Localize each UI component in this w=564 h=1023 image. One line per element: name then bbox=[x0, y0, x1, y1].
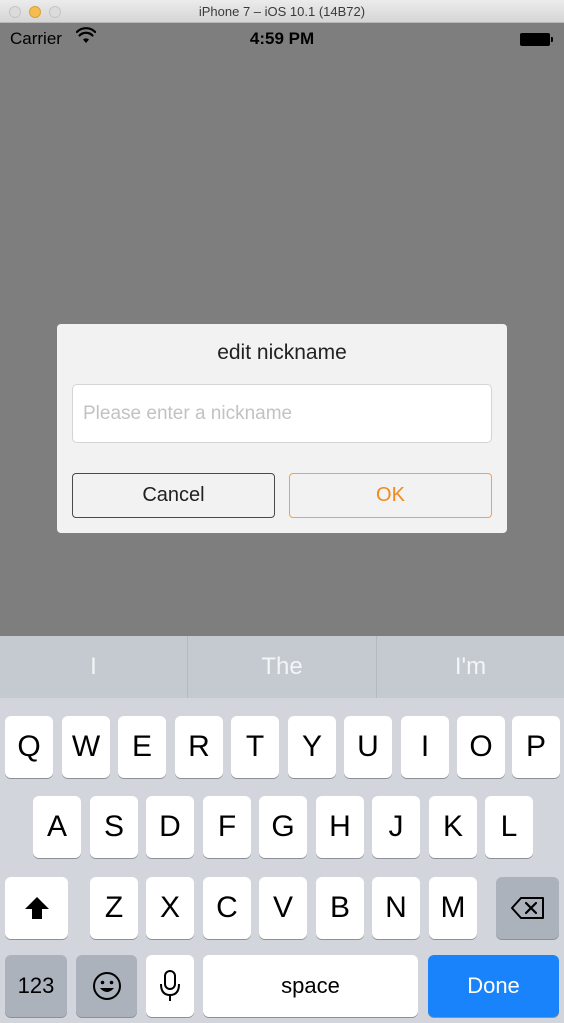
nickname-input[interactable] bbox=[72, 384, 492, 443]
space-key[interactable]: space bbox=[203, 955, 418, 1017]
delete-key[interactable] bbox=[496, 877, 559, 939]
suggestion-item[interactable]: I'm bbox=[377, 636, 564, 698]
key-c[interactable]: C bbox=[203, 877, 251, 939]
status-bar: Carrier 4:59 PM bbox=[0, 23, 564, 55]
simulator-title-bar: iPhone 7 – iOS 10.1 (14B72) bbox=[0, 0, 564, 23]
key-v[interactable]: V bbox=[259, 877, 307, 939]
suggestion-item[interactable]: I bbox=[0, 636, 187, 698]
key-i[interactable]: I bbox=[401, 716, 449, 778]
emoji-key[interactable] bbox=[76, 955, 137, 1017]
numbers-key[interactable]: 123 bbox=[5, 955, 67, 1017]
key-z[interactable]: Z bbox=[90, 877, 138, 939]
keyboard: I The I'm Q W E R T Y U I O P A S D F G … bbox=[0, 636, 564, 1023]
key-a[interactable]: A bbox=[33, 796, 81, 858]
microphone-icon bbox=[159, 970, 181, 1002]
key-l[interactable]: L bbox=[485, 796, 533, 858]
shift-arrow-icon bbox=[24, 896, 50, 920]
suggestion-item[interactable]: The bbox=[188, 636, 376, 698]
window-title: iPhone 7 – iOS 10.1 (14B72) bbox=[198, 4, 366, 19]
ok-button[interactable]: OK bbox=[289, 473, 492, 518]
status-time: 4:59 PM bbox=[249, 29, 315, 48]
key-q[interactable]: Q bbox=[5, 716, 53, 778]
key-b[interactable]: B bbox=[316, 877, 364, 939]
key-w[interactable]: W bbox=[62, 716, 110, 778]
key-u[interactable]: U bbox=[344, 716, 392, 778]
shift-key[interactable] bbox=[5, 877, 68, 939]
suggestion-bar: I The I'm bbox=[0, 636, 564, 698]
key-e[interactable]: E bbox=[118, 716, 166, 778]
done-key[interactable]: Done bbox=[428, 955, 559, 1017]
key-k[interactable]: K bbox=[429, 796, 477, 858]
emoji-icon bbox=[92, 971, 122, 1001]
battery-icon bbox=[520, 33, 554, 46]
dictation-key[interactable] bbox=[146, 955, 194, 1017]
key-j[interactable]: J bbox=[372, 796, 420, 858]
key-t[interactable]: T bbox=[231, 716, 279, 778]
key-f[interactable]: F bbox=[203, 796, 251, 858]
key-d[interactable]: D bbox=[146, 796, 194, 858]
edit-nickname-dialog: edit nickname Cancel OK bbox=[57, 324, 507, 533]
key-g[interactable]: G bbox=[259, 796, 307, 858]
cancel-button[interactable]: Cancel bbox=[72, 473, 275, 518]
key-p[interactable]: P bbox=[512, 716, 560, 778]
key-r[interactable]: R bbox=[175, 716, 223, 778]
key-o[interactable]: O bbox=[457, 716, 505, 778]
backspace-icon bbox=[510, 896, 545, 920]
key-h[interactable]: H bbox=[316, 796, 364, 858]
key-x[interactable]: X bbox=[146, 877, 194, 939]
dialog-title: edit nickname bbox=[217, 341, 347, 364]
key-s[interactable]: S bbox=[90, 796, 138, 858]
key-y[interactable]: Y bbox=[288, 716, 336, 778]
key-m[interactable]: M bbox=[429, 877, 477, 939]
key-n[interactable]: N bbox=[372, 877, 420, 939]
